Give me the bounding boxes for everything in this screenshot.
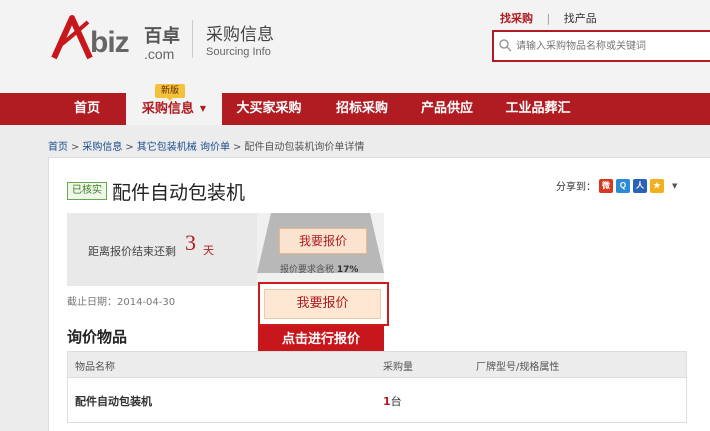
inquiry-title: 配件自动包装机 — [112, 182, 246, 204]
breadcrumb-current: 配件自动包装机询价单详情 — [244, 142, 365, 153]
chevron-down-icon: ▼ — [199, 104, 207, 113]
new-version-badge: 新版 — [155, 84, 185, 98]
logo-a-icon — [51, 15, 93, 60]
logo-cn-text: 百卓 — [144, 26, 180, 47]
star-icon[interactable]: ★ — [650, 178, 664, 193]
breadcrumb-sourcing[interactable]: 采购信息 — [82, 142, 122, 153]
renren-icon[interactable]: 人 — [633, 178, 647, 193]
logo-biz-text: biz — [90, 26, 130, 59]
nav-item-tenders[interactable]: 招标采购 — [316, 93, 408, 125]
tax-value: 17% — [336, 265, 359, 275]
site-title: 采购信息 — [206, 25, 274, 45]
table-row — [67, 378, 687, 423]
search-input[interactable] — [516, 36, 706, 56]
item-name-cell: 配件自动包装机 — [75, 395, 152, 408]
item-qty-unit: 台 — [390, 395, 402, 408]
tax-label: 报价要求含税 — [280, 265, 335, 275]
quote-button[interactable]: 我要报价 — [264, 289, 381, 319]
top-links-separator: | — [546, 12, 551, 25]
quote-button-top[interactable]: 我要报价 — [279, 228, 367, 254]
weibo-icon[interactable]: 微 — [599, 178, 613, 193]
table-header — [67, 351, 687, 378]
nav-item-industrial[interactable]: 工业品葬汇 — [486, 93, 590, 125]
nav-item-supply[interactable]: 产品供应 — [408, 93, 486, 125]
breadcrumb-separator: > — [232, 142, 242, 153]
breadcrumb-category[interactable]: 其它包装机械 询价单 — [137, 142, 230, 153]
countdown-unit: 天 — [203, 244, 214, 257]
header-divider — [192, 20, 193, 58]
item-qty-number: 1 — [383, 395, 391, 408]
click-to-quote-hint: 点击进行报价 — [258, 326, 384, 353]
chevron-down-icon[interactable]: ▼ — [672, 182, 677, 190]
countdown-label: 距离报价结束还剩 — [88, 245, 176, 258]
breadcrumb-separator: > — [71, 142, 80, 153]
column-header-name: 物品名称 — [75, 362, 115, 373]
site-subtitle: Sourcing Info — [206, 46, 271, 58]
new-badge-pointer — [166, 97, 174, 101]
find-purchase-link[interactable]: 找采购 — [500, 12, 533, 25]
breadcrumb-separator: > — [125, 142, 134, 153]
nav-item-sourcing-label: 采购信息 — [141, 101, 194, 117]
breadcrumb-home[interactable]: 首页 — [48, 142, 68, 153]
search-icon — [499, 39, 512, 52]
verified-badge: 已核实 — [67, 182, 107, 200]
logo-com-text: .com — [144, 46, 175, 62]
column-header-qty: 采购量 — [383, 362, 413, 373]
abiz-logo[interactable]: biz 百卓 .com — [50, 14, 190, 62]
items-section-title: 询价物品 — [67, 328, 128, 346]
deadline-text: 截止日期：2014-04-30 — [67, 297, 176, 308]
qzone-icon[interactable]: Q — [616, 178, 630, 193]
column-header-spec: 厂牌型号/规格属性 — [476, 362, 560, 373]
nav-item-big-buyers[interactable]: 大买家采购 — [222, 93, 316, 125]
nav-item-home[interactable]: 首页 — [48, 93, 126, 125]
top-links: 找采购 | 找产品 — [500, 10, 597, 26]
search-box[interactable] — [492, 30, 710, 62]
countdown-number: 3 — [185, 230, 196, 255]
find-product-link[interactable]: 找产品 — [564, 12, 597, 25]
share-label: 分享到： — [556, 182, 596, 193]
share-bar: 分享到： 微 Q 人 ★ ▼ — [556, 178, 677, 193]
breadcrumb: 首页 > 采购信息 > 其它包装机械 询价单 > 配件自动包装机询价单详情 — [48, 138, 364, 153]
tax-requirement: 报价要求含税 17% — [280, 262, 358, 275]
item-qty-cell: 1台 — [383, 393, 402, 409]
